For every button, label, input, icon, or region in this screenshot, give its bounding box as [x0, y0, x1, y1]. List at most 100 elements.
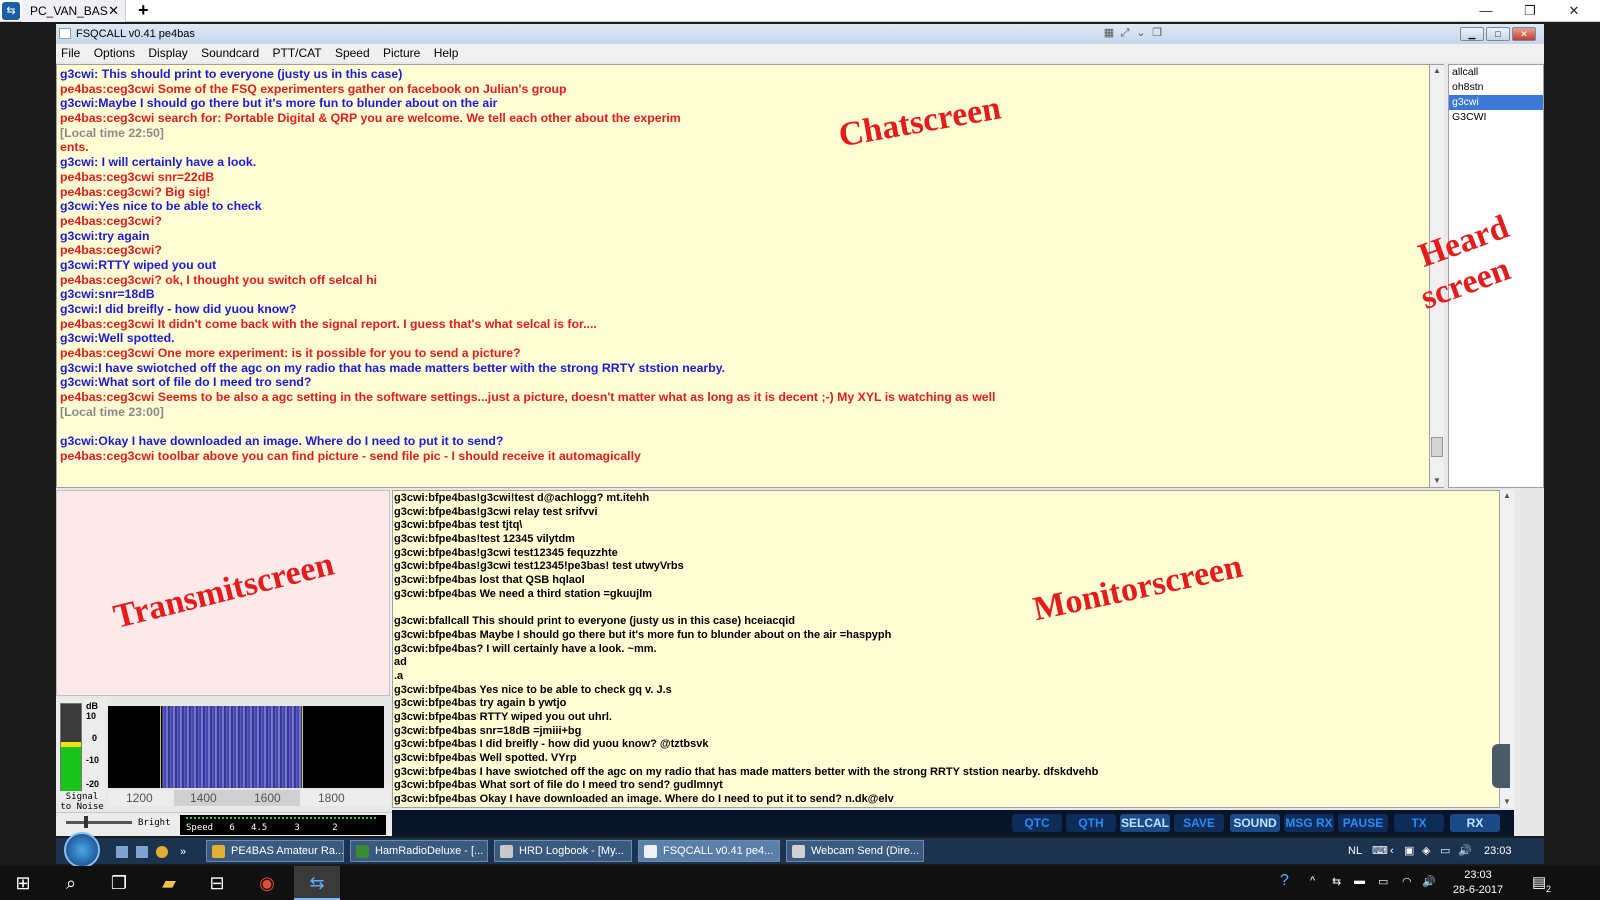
function-button-bar: QTC QTH SELCAL SAVE SOUND MSG RX PAUSE TX RX [392, 810, 1514, 836]
monitor-line: g3cwi:bfpe4bas RTTY wiped you out uhrl. [394, 711, 612, 723]
msg-rx-button[interactable]: MSG RX [1284, 814, 1334, 832]
pause-button[interactable]: PAUSE [1338, 814, 1388, 832]
explorer-quicklaunch-icon[interactable] [136, 846, 148, 858]
chrome-icon[interactable]: ◉ [244, 866, 290, 900]
monitor-line: g3cwi:bfallcall This should print to eve… [394, 615, 795, 628]
menu-file[interactable]: File [56, 44, 85, 62]
task-view-icon[interactable]: ❐ [96, 866, 142, 900]
app-icon [792, 845, 805, 858]
battery-icon[interactable]: ▭ [1378, 875, 1388, 888]
speed-label: Speed 6 4.5 3 2 [186, 823, 338, 833]
brightness-slider[interactable] [66, 821, 132, 824]
remote-taskbar-item[interactable]: PE4BAS Amateur Ra... [206, 840, 344, 862]
meter-peak-marker [61, 742, 81, 747]
menu-soundcard[interactable]: Soundcard [196, 44, 264, 62]
scroll-down-icon[interactable]: ▼ [1430, 475, 1444, 487]
brightness-label: Bright [138, 818, 171, 828]
monitor-screen[interactable]: g3cwi:bfpe4bas!g3cwi!test d@achlogg? mt.… [392, 490, 1500, 808]
notification-icon[interactable]: ▤ [1532, 873, 1546, 891]
heard-item[interactable]: G3CWI [1449, 110, 1543, 125]
signal-meter: dB 10 0 -10 -20 [56, 699, 106, 799]
teamviewer-tray-icon[interactable]: ⇆ [1332, 875, 1341, 888]
display-tray-icon[interactable]: ▬ [1354, 875, 1365, 887]
menu-picture[interactable]: Picture [378, 44, 425, 62]
remote-taskbar-item[interactable]: Webcam Send (Dire... [786, 840, 924, 862]
host-clock-date[interactable]: 28-6-2017 [1448, 884, 1508, 896]
monitor-line: g3cwi:bfpe4bas I have swiotched off the … [394, 765, 1099, 778]
quicklaunch-overflow-icon[interactable]: » [180, 846, 192, 858]
teamviewer-logo-icon: ⇆ [2, 2, 20, 20]
scroll-up-icon[interactable]: ▲ [1500, 490, 1514, 502]
scroll-down-icon[interactable]: ▼ [1500, 796, 1514, 808]
chevron-down-icon[interactable]: ⌄ [1134, 26, 1148, 40]
app-minimize-button[interactable]: ▁ [1460, 27, 1484, 41]
help-icon[interactable]: ? [1280, 872, 1289, 890]
tray-expand-icon[interactable]: ^ [1310, 875, 1315, 887]
fullscreen-icon[interactable]: ⤢ [1118, 26, 1132, 40]
window-titlebar[interactable]: FSQCALL v0.41 pe4bas ▦ ⤢ ⌄ ❐ ▁ □ ✕ [56, 24, 1544, 44]
new-tab-button[interactable]: + [138, 0, 149, 20]
scroll-thumb[interactable] [1431, 437, 1443, 457]
speed-selector[interactable]: Speed 6 4.5 3 2 [180, 815, 386, 835]
heard-item[interactable]: g3cwi [1449, 95, 1543, 110]
windows-start-icon[interactable]: ⊞ [0, 866, 46, 900]
fsqcall-window: FSQCALL v0.41 pe4bas ▦ ⤢ ⌄ ❐ ▁ □ ✕ File … [56, 24, 1544, 836]
restore-button[interactable]: ❐ [1510, 0, 1550, 22]
heard-item[interactable]: oh8stn [1449, 80, 1543, 95]
remote-session-tab[interactable]: PC_VAN_BAS ✕ [22, 0, 126, 22]
teamviewer-icon[interactable]: ⇆ [294, 866, 340, 900]
show-desktop-icon[interactable] [116, 846, 128, 858]
windows-start-orb-icon[interactable] [64, 832, 100, 868]
selcal-button[interactable]: SELCAL [1120, 814, 1170, 832]
waterfall-display[interactable] [108, 706, 384, 788]
menu-display[interactable]: Display [143, 44, 192, 62]
chat-line: g3cwi:Maybe I should go there but it's m… [60, 96, 498, 111]
heard-item[interactable]: allcall [1449, 65, 1543, 80]
file-explorer-icon[interactable]: ▰ [146, 866, 192, 900]
chat-line: pe4bas:ceg3cwi? ok, I thought you switch… [60, 272, 378, 287]
save-button[interactable]: SAVE [1174, 814, 1224, 832]
host-clock-time[interactable]: 23:03 [1448, 869, 1508, 881]
app-close-button[interactable]: ✕ [1512, 27, 1536, 41]
qth-button[interactable]: QTH [1066, 814, 1116, 832]
search-icon[interactable]: ⌕ [48, 866, 94, 900]
tray-expand-icon[interactable]: ‹ [1390, 838, 1394, 864]
store-icon[interactable]: ⊟ [194, 866, 240, 900]
brightness-slider-thumb[interactable] [84, 816, 88, 828]
app-maximize-button[interactable]: □ [1486, 27, 1510, 41]
language-indicator[interactable]: NL [1348, 838, 1362, 864]
qtc-button[interactable]: QTC [1012, 814, 1062, 832]
close-button[interactable]: ✕ [1554, 0, 1594, 22]
tab-close-icon[interactable]: ✕ [108, 0, 119, 22]
menu-options[interactable]: Options [89, 44, 140, 62]
remote-panel-handle-icon[interactable] [1492, 744, 1510, 788]
volume-icon[interactable]: 🔊 [1422, 875, 1436, 888]
monitor-line: g3cwi:bfpe4bas!g3cwi relay test srifvvi [394, 505, 598, 518]
remote-taskbar-item[interactable]: FSQCALL v0.41 pe4... [638, 840, 780, 862]
grid-icon[interactable]: ▦ [1102, 26, 1116, 40]
sound-button[interactable]: SOUND [1230, 814, 1280, 832]
remote-clock[interactable]: 23:03 [1484, 838, 1512, 864]
window-switch-icon[interactable]: ❐ [1150, 26, 1164, 40]
freq-label: 1800 [318, 791, 345, 805]
volume-icon[interactable]: 🔊 [1458, 838, 1472, 864]
scroll-up-icon[interactable]: ▲ [1430, 65, 1444, 77]
rx-button[interactable]: RX [1450, 814, 1500, 832]
minimize-button[interactable]: — [1466, 0, 1506, 22]
monitor-line: g3cwi:bfpe4bas!g3cwi!test d@achlogg? mt.… [394, 492, 650, 504]
chat-screen[interactable]: g3cwi: This should print to everyone (ju… [56, 64, 1430, 488]
frequency-scale: 1200 1400 1600 1800 [108, 790, 390, 806]
chat-line: pe4bas:ceg3cwi toolbar above you can fin… [60, 448, 641, 463]
monitor-line: g3cwi:bfpe4bas I did breifly - how did y… [394, 738, 709, 751]
window-title: FSQCALL v0.41 pe4bas [76, 28, 195, 40]
menu-ptt-cat[interactable]: PTT/CAT [267, 44, 326, 62]
chat-line: pe4bas:ceg3cwi It didn't come back with … [60, 316, 597, 331]
remote-taskbar-item[interactable]: HRD Logbook - [My... [494, 840, 632, 862]
remote-taskbar: » PE4BAS Amateur Ra... HamRadioDeluxe - [… [56, 832, 1544, 868]
remote-taskbar-item[interactable]: HamRadioDeluxe - [... [350, 840, 488, 862]
menu-help[interactable]: Help [429, 44, 464, 62]
menu-speed[interactable]: Speed [330, 44, 375, 62]
tx-button[interactable]: TX [1394, 814, 1444, 832]
wifi-icon[interactable]: ◠ [1402, 875, 1412, 888]
chrome-quicklaunch-icon[interactable] [156, 846, 168, 858]
